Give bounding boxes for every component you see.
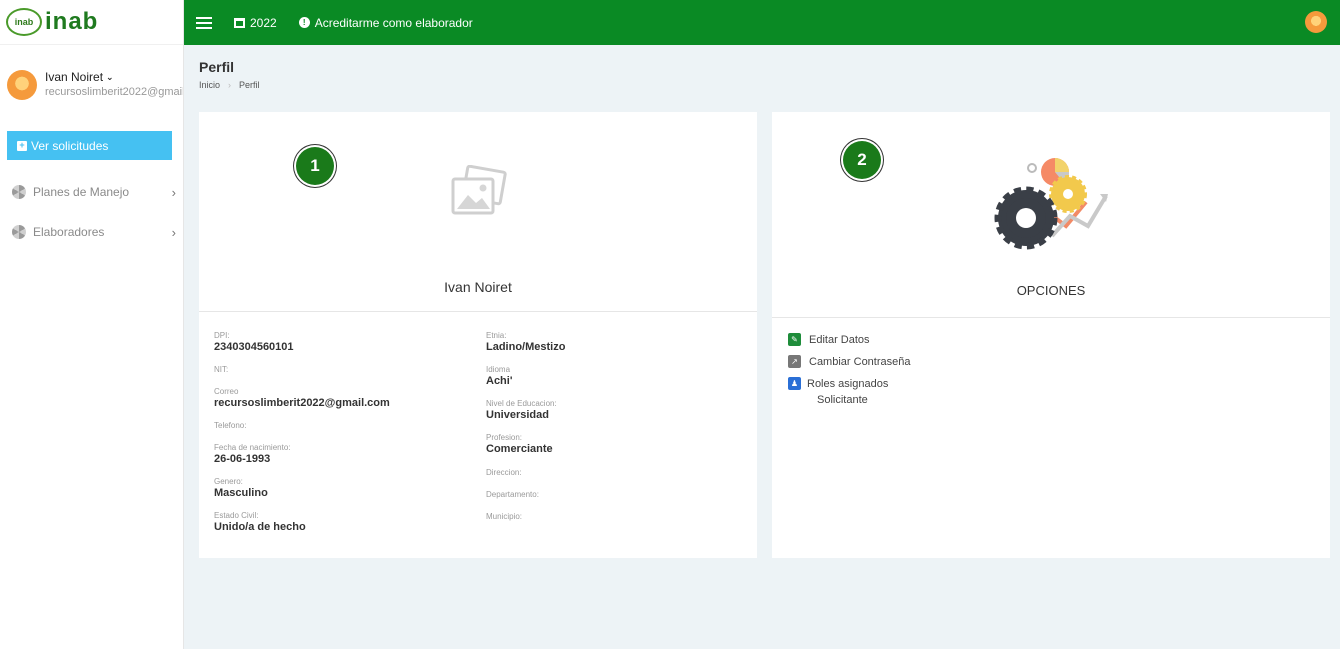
field-label: Fecha de nacimiento: [214,443,291,452]
field-value: 2340304560101 [214,341,294,353]
field-etnia: Etnia: Ladino/Mestizo [486,331,565,353]
field-label: Departamento: [486,490,539,499]
divider [772,317,1330,318]
calendar-icon [234,17,245,28]
field-nit: NIT: [214,365,228,375]
chevron-right-icon: › [171,224,176,240]
field-profesion: Profesion: Comerciante [486,433,553,455]
field-label: NIT: [214,365,229,374]
year-label: 2022 [250,15,277,30]
editar-datos-link[interactable]: ✎ Editar Datos [788,333,870,346]
logo-badge: inab [6,8,42,36]
user-email: recursoslimberit2022@gmail.com [45,86,183,98]
roles-asignados-link[interactable]: ♟ Roles asignados [788,377,888,390]
key-icon: ↗ [788,355,801,368]
field-value: Comerciante [486,443,553,455]
field-telefono: Telefono: [214,421,246,431]
field-value: recursoslimberit2022@gmail.com [214,397,390,409]
role-value: Solicitante [817,394,868,406]
field-fecha-nacimiento: Fecha de nacimiento: 26-06-1993 [214,443,291,465]
page-title: Perfil [199,59,235,75]
chevron-down-icon: ⌄ [106,71,114,82]
acreditarme-label: Acreditarme como elaborador [314,15,473,30]
step-badge-1: 1 [296,147,334,185]
field-dpi: DPI: 2340304560101 [214,331,294,353]
field-value: Unido/a de hecho [214,521,306,533]
roles-asignados-label: Roles asignados [807,377,889,390]
field-label: Telefono: [214,421,247,430]
sidebar-item-planes-de-manejo[interactable]: Planes de Manejo › [12,182,176,202]
image-placeholder-icon [451,165,507,215]
sidebar: inab inab Ivan Noiret ⌄ recursoslimberit… [0,0,184,649]
profile-card: 1 Ivan Noiret DPI: 2340304560101 NIT: Co… [199,112,757,558]
plus-icon: + [17,140,27,151]
options-card: 2 OPCIONES ✎ Editar Datos ↗ Cambiar Cont… [772,112,1330,558]
sidebar-item-label: Elaboradores [33,225,105,239]
edit-icon: ✎ [788,333,801,346]
options-title: OPCIONES [1016,283,1086,298]
field-label: DPI: [214,331,230,340]
top-avatar[interactable] [1305,11,1327,33]
aperture-icon [12,185,26,199]
field-value: Masculino [214,487,268,499]
field-genero: Genero: Masculino [214,477,268,499]
logo-text: inab [45,8,99,35]
sidebar-item-elaboradores[interactable]: Elaboradores › [12,222,176,242]
field-idioma: Idioma Achi' [486,365,512,387]
user-name: Ivan Noiret [45,70,104,84]
cambiar-contrasena-link[interactable]: ↗ Cambiar Contraseña [788,355,911,368]
chevron-right-icon: › [171,184,176,200]
divider [199,311,757,312]
field-label: Etnia: [486,331,507,340]
field-correo: Correo recursoslimberit2022@gmail.com [214,387,390,409]
field-estado-civil: Estado Civil: Unido/a de hecho [214,511,306,533]
aperture-icon [12,225,26,239]
avatar [7,70,37,100]
field-value: Ladino/Mestizo [486,341,566,353]
field-label: Correo [214,387,239,396]
field-label: Idioma [486,365,511,374]
field-label: Nivel de Educacion: [486,399,557,408]
user-name-row[interactable]: Ivan Noiret ⌄ [45,70,183,84]
breadcrumb: Inicio › Perfil [199,80,260,90]
cambiar-contrasena-label: Cambiar Contraseña [809,355,911,368]
field-value: Universidad [486,409,549,421]
profile-name: Ivan Noiret [444,279,512,295]
editar-datos-label: Editar Datos [809,333,870,346]
field-label: Municipio: [486,512,523,521]
field-value: 26-06-1993 [214,453,271,465]
breadcrumb-perfil: Perfil [239,80,260,90]
hamburger-menu-icon[interactable] [196,16,212,29]
gears-illustration-icon [994,158,1108,250]
logo[interactable]: inab inab [0,0,183,45]
user-icon: ♟ [788,377,801,390]
field-label: Estado Civil: [214,511,259,520]
field-label: Direccion: [486,468,522,477]
topbar: 2022 ! Acreditarme como elaborador [184,0,1340,45]
field-label: Profesion: [486,433,523,442]
field-value: Achi' [486,375,513,387]
field-municipio: Municipio: [486,512,522,522]
ver-solicitudes-label: Ver solicitudes [31,138,109,153]
field-nivel-educacion: Nivel de Educacion: Universidad [486,399,557,421]
field-departamento: Departamento: [486,490,539,500]
breadcrumb-separator: › [228,80,232,90]
field-direccion: Direccion: [486,468,522,478]
user-block[interactable]: Ivan Noiret ⌄ recursoslimberit2022@gmail… [7,70,183,100]
acreditarme-link[interactable]: ! Acreditarme como elaborador [298,15,473,30]
year-selector[interactable]: 2022 [234,16,277,30]
sidebar-item-label: Planes de Manejo [33,185,130,199]
step-badge-2: 2 [843,141,881,179]
breadcrumb-inicio[interactable]: Inicio [199,80,220,90]
info-icon: ! [298,17,310,28]
field-label: Genero: [214,477,243,486]
ver-solicitudes-button[interactable]: + Ver solicitudes [7,131,172,160]
